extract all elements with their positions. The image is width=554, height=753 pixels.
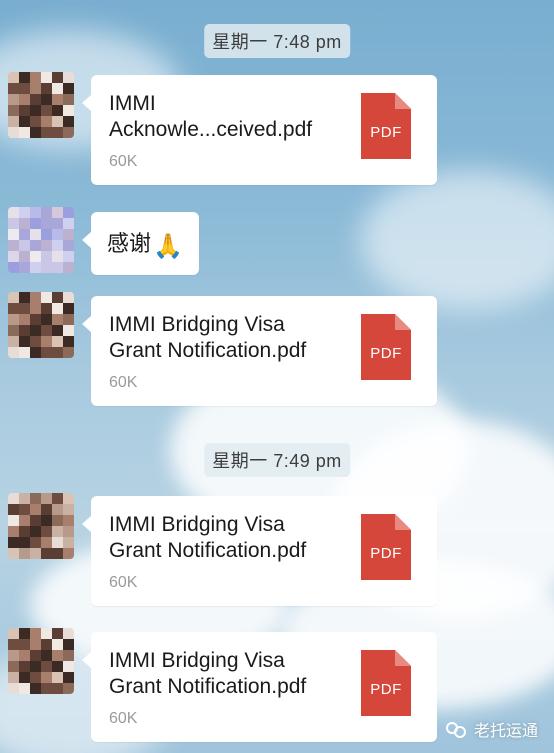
pdf-icon-label: PDF [370, 545, 402, 562]
pdf-icon-label: PDF [370, 345, 402, 362]
file-name: IMMI Acknowle...ceived.pdf [109, 92, 313, 141]
file-message[interactable]: IMMI Acknowle...ceived.pdf 60K PDF [82, 75, 437, 185]
text-message[interactable]: 感谢🙏 [82, 212, 199, 275]
file-name: IMMI Bridging Visa Grant Notification.pd… [109, 649, 307, 698]
avatar[interactable] [8, 292, 74, 358]
avatar[interactable] [8, 493, 74, 559]
pdf-icon-label: PDF [370, 681, 402, 698]
chat-window[interactable]: 星期一 7:48 pm IMMI Acknowle...ceived.pdf 6… [0, 0, 554, 753]
timestamp: 星期一 7:49 pm [204, 443, 350, 477]
file-size: 60K [109, 153, 138, 170]
pdf-icon: PDF [361, 314, 411, 380]
avatar[interactable] [8, 72, 74, 138]
file-name: IMMI Bridging Visa Grant Notification.pd… [109, 313, 307, 362]
pdf-icon: PDF [361, 514, 411, 580]
wechat-channel-icon [445, 720, 468, 738]
cloud-decoration [360, 170, 554, 310]
pdf-icon-label: PDF [370, 124, 402, 141]
file-message[interactable]: IMMI Bridging Visa Grant Notification.pd… [82, 296, 437, 406]
pdf-icon: PDF [361, 93, 411, 159]
file-size: 60K [109, 710, 138, 727]
watermark-text: 老托运通 [473, 723, 538, 740]
file-size: 60K [109, 574, 138, 591]
file-message[interactable]: IMMI Bridging Visa Grant Notification.pd… [82, 496, 437, 606]
pdf-icon: PDF [361, 650, 411, 716]
file-size: 60K [109, 374, 138, 391]
message-text: 感谢 [107, 231, 152, 256]
timestamp: 星期一 7:48 pm [204, 24, 350, 58]
file-name: IMMI Bridging Visa Grant Notification.pd… [109, 513, 307, 562]
folded-hands-emoji: 🙏 [153, 233, 183, 260]
avatar[interactable] [8, 207, 74, 273]
file-message[interactable]: IMMI Bridging Visa Grant Notification.pd… [82, 632, 437, 742]
avatar[interactable] [8, 628, 74, 694]
watermark: 老托运通 [445, 717, 538, 741]
